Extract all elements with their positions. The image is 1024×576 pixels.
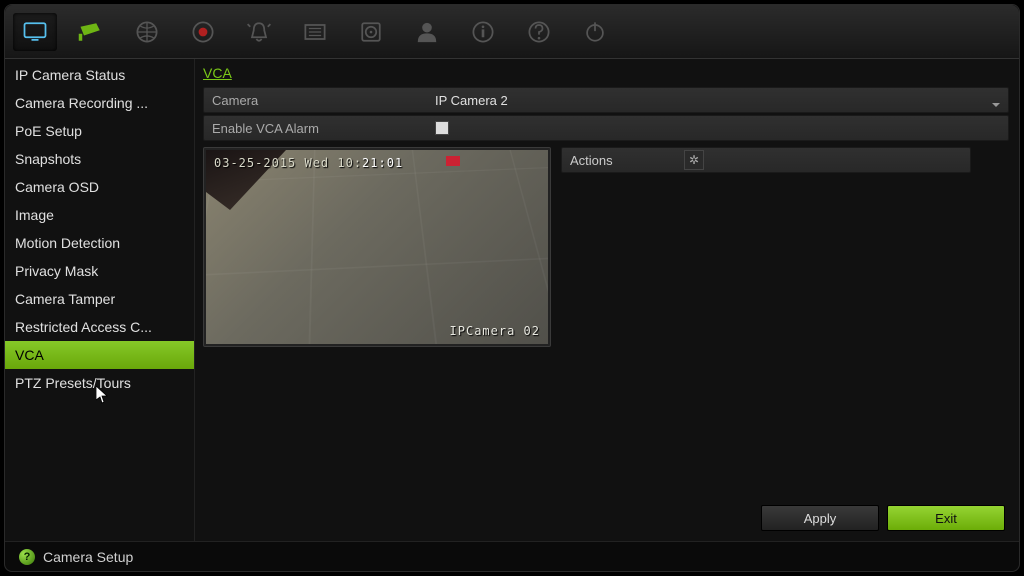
toolbar-camera-icon[interactable]	[69, 13, 113, 51]
preview-camera-label: IPCamera 02	[450, 324, 540, 338]
toolbar-record-icon[interactable]	[181, 13, 225, 51]
sidebar-item-camera-recording[interactable]: Camera Recording ...	[5, 89, 194, 117]
toolbar-help-icon[interactable]	[517, 13, 561, 51]
sidebar-item-vca[interactable]: VCA	[5, 341, 194, 369]
camera-select-value: IP Camera 2	[435, 93, 508, 108]
content-pane: VCA Camera IP Camera 2 Enable VCA Alarm	[195, 59, 1019, 541]
sidebar-item-motion-detection[interactable]: Motion Detection	[5, 229, 194, 257]
toolbar-hdd-icon[interactable]	[349, 13, 393, 51]
toolbar-alarm-icon[interactable]	[237, 13, 281, 51]
breadcrumb[interactable]: VCA	[203, 63, 1009, 87]
preview-timestamp: 03-25-2015 Wed 10:21:01	[214, 156, 403, 170]
apply-button[interactable]: Apply	[761, 505, 879, 531]
actions-row: Actions ✲	[561, 147, 971, 173]
sidebar-item-image[interactable]: Image	[5, 201, 194, 229]
sidebar-item-camera-osd[interactable]: Camera OSD	[5, 173, 194, 201]
toolbar-user-icon[interactable]	[405, 13, 449, 51]
actions-label: Actions	[562, 153, 684, 168]
toolbar-info-icon[interactable]	[461, 13, 505, 51]
top-toolbar	[5, 5, 1019, 59]
sidebar-item-ip-camera-status[interactable]: IP Camera Status	[5, 61, 194, 89]
status-bar: ? Camera Setup	[5, 541, 1019, 571]
sidebar-item-poe-setup[interactable]: PoE Setup	[5, 117, 194, 145]
camera-label: Camera	[204, 93, 429, 108]
enable-vca-row: Enable VCA Alarm	[203, 115, 1009, 141]
enable-vca-checkbox[interactable]	[435, 121, 449, 135]
sidebar: IP Camera Status Camera Recording ... Po…	[5, 59, 195, 541]
toolbar-monitor-icon[interactable]	[13, 13, 57, 51]
sidebar-item-camera-tamper[interactable]: Camera Tamper	[5, 285, 194, 313]
gear-icon: ✲	[689, 153, 699, 167]
sidebar-item-restricted-access[interactable]: Restricted Access C...	[5, 313, 194, 341]
enable-vca-label: Enable VCA Alarm	[204, 121, 429, 136]
sidebar-item-privacy-mask[interactable]: Privacy Mask	[5, 257, 194, 285]
actions-settings-button[interactable]: ✲	[684, 150, 704, 170]
record-indicator-icon	[446, 156, 460, 166]
toolbar-schedule-icon[interactable]	[293, 13, 337, 51]
help-icon[interactable]: ?	[19, 549, 35, 565]
sidebar-item-snapshots[interactable]: Snapshots	[5, 145, 194, 173]
sidebar-item-ptz-presets[interactable]: PTZ Presets/Tours	[5, 369, 194, 397]
status-text: Camera Setup	[43, 549, 133, 565]
exit-button[interactable]: Exit	[887, 505, 1005, 531]
camera-select[interactable]: IP Camera 2	[429, 93, 1008, 108]
camera-preview[interactable]: 03-25-2015 Wed 10:21:01 IPCamera 02	[203, 147, 551, 347]
chevron-down-icon	[992, 103, 1000, 107]
camera-select-row: Camera IP Camera 2	[203, 87, 1009, 113]
toolbar-globe-icon[interactable]	[125, 13, 169, 51]
toolbar-power-icon[interactable]	[573, 13, 617, 51]
